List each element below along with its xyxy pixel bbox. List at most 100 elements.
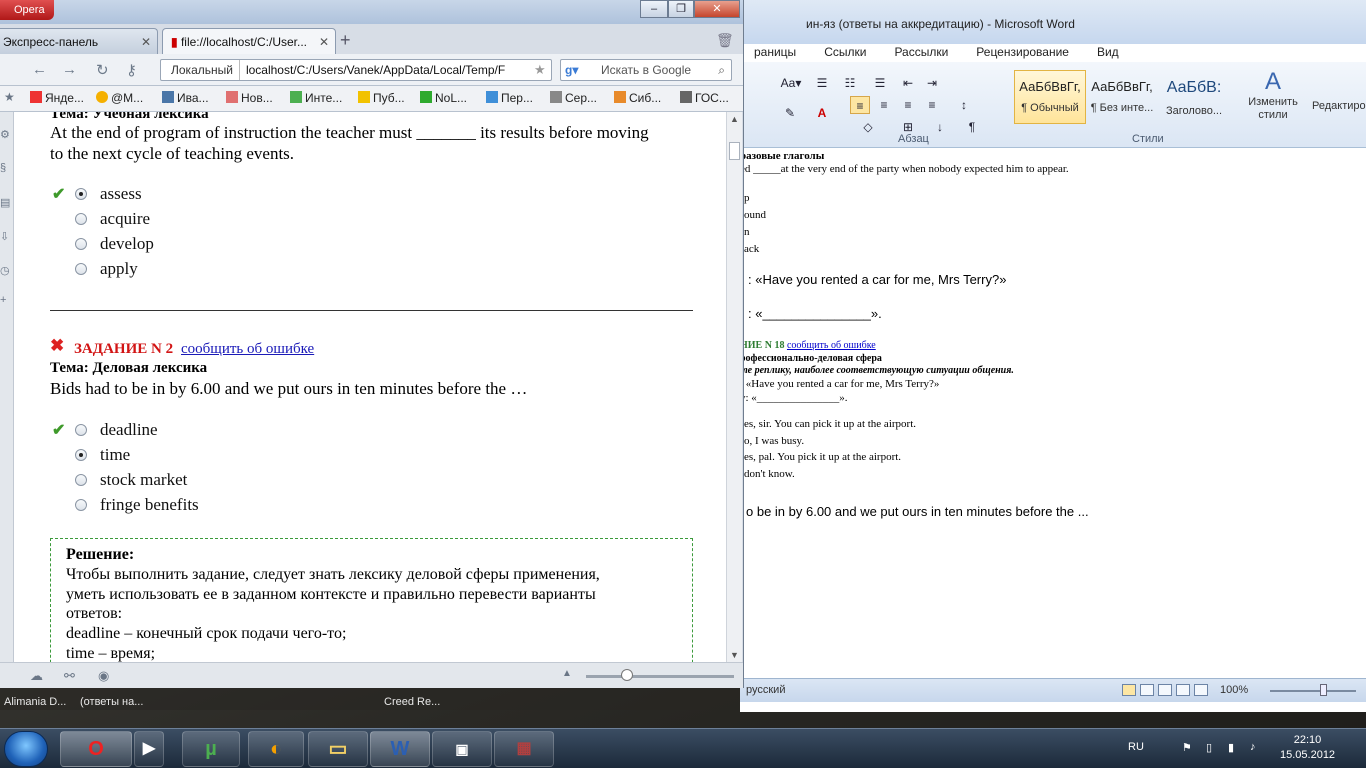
tab-close-icon[interactable]: ✕	[141, 29, 151, 54]
word-titlebar[interactable]: ин-яз (ответы на аккредитацию) - Microso…	[740, 0, 1366, 44]
q1-option-4[interactable]: apply	[100, 259, 138, 279]
volume-icon[interactable]: ♪	[1250, 741, 1256, 753]
q1-radio-1[interactable]	[75, 188, 87, 200]
reload-icon[interactable]: ↻	[96, 61, 109, 79]
media-pro-icon[interactable]: ▣	[432, 731, 492, 767]
opera-unite-icon[interactable]: ☁	[30, 668, 43, 684]
report-error-link[interactable]: сообщить об ошибке	[181, 341, 314, 358]
opera-zoom-thumb[interactable]	[621, 669, 633, 681]
bookmark-item[interactable]: Пуб...	[358, 91, 405, 105]
bookmark-item[interactable]: Пер...	[486, 91, 533, 105]
font-size-icon[interactable]: Aa▾	[778, 74, 804, 92]
tab-references[interactable]: Ссылки	[810, 44, 880, 64]
new-tab-plus-icon[interactable]: +	[340, 30, 351, 51]
explorer-icon[interactable]: ▭	[308, 731, 368, 767]
tab-mailings[interactable]: Рассылки	[880, 44, 962, 64]
links-icon[interactable]: §	[0, 162, 6, 174]
bookmark-item[interactable]: Сер...	[550, 91, 597, 105]
highlight-icon[interactable]: ✎	[780, 104, 800, 122]
full-screen-view-icon[interactable]	[1140, 684, 1154, 696]
opera-zoom-slider[interactable]	[586, 675, 734, 678]
downloads-icon[interactable]: ⇩	[0, 230, 9, 243]
word-document[interactable]: разовые глаголы ed _____at the very end …	[740, 148, 1366, 678]
bookmark-item[interactable]: Янде...	[30, 91, 84, 105]
view-up-icon[interactable]: ▲	[562, 668, 572, 679]
zoom-level[interactable]: 100%	[1220, 684, 1248, 696]
q1-radio-2[interactable]	[75, 213, 87, 225]
shading-icon[interactable]: ◇	[858, 118, 878, 136]
bookmark-item[interactable]: NoL...	[420, 91, 467, 105]
change-styles-button[interactable]: A Изменить стили	[1246, 68, 1300, 122]
q2-option-4[interactable]: fringe benefits	[100, 495, 199, 515]
edit-button[interactable]: Редактиро	[1312, 100, 1366, 112]
app-icon[interactable]: ◐	[248, 731, 304, 767]
scroll-up-icon[interactable]: ▲	[730, 114, 739, 124]
opera-link-icon[interactable]: ⚯	[64, 668, 75, 684]
turbo-icon[interactable]: ◉	[98, 668, 109, 684]
q2-radio-1[interactable]	[75, 424, 87, 436]
bookmark-star-icon[interactable]: ★	[534, 62, 546, 78]
opera-titlebar[interactable]: Opera – ❐ ✕	[0, 0, 743, 24]
zoom-slider[interactable]	[1270, 690, 1356, 692]
history-icon[interactable]: ◷	[0, 264, 10, 277]
language-indicator[interactable]: русский	[746, 684, 785, 696]
key-icon[interactable]: ⚷	[126, 61, 137, 79]
bookmarks-panel-icon[interactable]: ★	[4, 90, 15, 104]
maximize-button[interactable]: ❐	[668, 0, 694, 18]
bookmark-item[interactable]: ГОС...	[680, 91, 729, 105]
increase-indent-icon[interactable]: ⇥	[922, 74, 942, 92]
q2-radio-4[interactable]	[75, 499, 87, 511]
word-window[interactable]: ин-яз (ответы на аккредитацию) - Microso…	[740, 0, 1366, 712]
clock[interactable]: 22:10 15.05.2012	[1280, 733, 1335, 763]
scroll-down-icon[interactable]: ▼	[730, 650, 739, 660]
numbering-icon[interactable]: ☷	[840, 74, 860, 92]
multilevel-list-icon[interactable]: ☰	[870, 74, 890, 92]
settings-icon[interactable]: ⚙	[0, 128, 10, 141]
align-center-icon[interactable]: ≡	[874, 96, 894, 114]
q1-option-2[interactable]: acquire	[100, 209, 150, 229]
justify-icon[interactable]: ≡	[922, 96, 942, 114]
media-player-icon[interactable]: ▶	[134, 731, 164, 767]
print-layout-view-icon[interactable]	[1122, 684, 1136, 696]
show-marks-icon[interactable]: ¶	[962, 118, 982, 136]
tab-close-icon[interactable]: ✕	[319, 29, 329, 54]
outline-view-icon[interactable]	[1176, 684, 1190, 696]
utorrent-icon[interactable]: µ	[182, 731, 240, 767]
address-bar[interactable]: Локальный localhost/C:/Users/Vanek/AppDat…	[160, 59, 552, 81]
q2-option-3[interactable]: stock market	[100, 470, 187, 490]
style-no-spacing[interactable]: АаБбВвГг, ¶ Без инте...	[1086, 70, 1158, 124]
forward-icon[interactable]: →	[62, 61, 77, 78]
sort-icon[interactable]: ↓	[930, 118, 950, 136]
word-taskbar-icon[interactable]: W	[370, 731, 430, 767]
back-icon[interactable]: ←	[32, 61, 47, 78]
network-icon[interactable]: ▮	[1228, 741, 1234, 754]
q1-option-1[interactable]: assess	[100, 184, 142, 204]
bullets-icon[interactable]: ☰	[812, 74, 832, 92]
bookmark-item[interactable]: Инте...	[290, 91, 342, 105]
start-button[interactable]	[4, 731, 48, 767]
q2-option-2[interactable]: time	[100, 445, 130, 465]
tab-page-layout[interactable]: раницы	[740, 44, 810, 64]
notes-icon[interactable]: ▤	[0, 196, 10, 209]
font-color-icon[interactable]: A	[812, 104, 832, 122]
style-heading[interactable]: АаБбВ: Заголово...	[1158, 70, 1230, 124]
trash-icon[interactable]: 🗑	[716, 32, 734, 49]
q1-radio-3[interactable]	[75, 238, 87, 250]
q2-option-1[interactable]: deadline	[100, 420, 158, 440]
align-left-icon[interactable]: ≡	[850, 96, 870, 114]
zoom-slider-thumb[interactable]	[1320, 684, 1327, 696]
q2-radio-3[interactable]	[75, 474, 87, 486]
opera-menu-button[interactable]: Opera	[0, 0, 54, 20]
bookmark-item[interactable]: Сиб...	[614, 91, 661, 105]
bookmark-item[interactable]: @M...	[96, 91, 143, 105]
opera-window[interactable]: Opera – ❐ ✕ Экспресс-панель ✕ ▮ file://l…	[0, 0, 744, 688]
security-badge[interactable]: Локальный	[161, 60, 240, 80]
q1-radio-4[interactable]	[75, 263, 87, 275]
draft-view-icon[interactable]	[1194, 684, 1208, 696]
add-panel-icon[interactable]: +	[0, 294, 6, 306]
close-button[interactable]: ✕	[694, 0, 740, 18]
search-field[interactable]: g▾ Искать в Google ⌕	[560, 59, 732, 81]
align-right-icon[interactable]: ≡	[898, 96, 918, 114]
tab-speed-dial[interactable]: Экспресс-панель ✕	[0, 28, 158, 54]
page-scrollbar[interactable]: ▲ ▼	[726, 112, 742, 662]
